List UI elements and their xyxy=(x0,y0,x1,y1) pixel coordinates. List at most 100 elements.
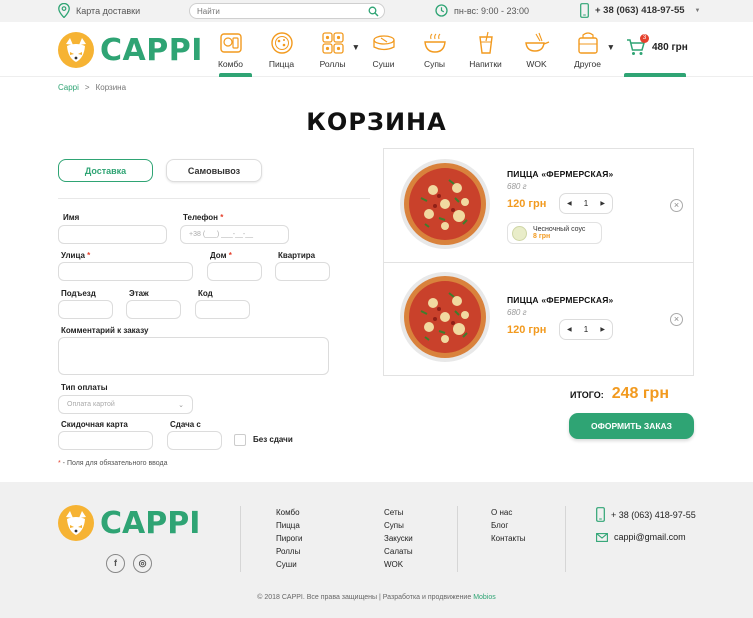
working-hours: пн-вс: 9:00 - 23:00 xyxy=(435,4,529,17)
footer-link[interactable]: Салаты xyxy=(384,547,413,556)
main-header: CAPPI Комбо Пицца Роллы ▼ Суши Супы Напи… xyxy=(0,22,753,77)
page-title: КОРЗИНА xyxy=(306,108,447,136)
footer-logo-text: CAPPI xyxy=(100,505,201,541)
item-weight: 680 г xyxy=(507,182,527,191)
logo-text: CAPPI xyxy=(100,32,203,68)
fox-logo-icon xyxy=(58,505,94,541)
footer-link[interactable]: Суши xyxy=(276,560,303,569)
payment-value: Оплата картой xyxy=(67,401,115,408)
name-field[interactable] xyxy=(58,225,167,244)
chevron-down-icon: ▼ xyxy=(694,7,701,14)
developer-link[interactable]: Mobios xyxy=(473,594,496,601)
comment-label: Комментарий к заказу xyxy=(61,326,149,335)
search-icon[interactable] xyxy=(368,6,379,17)
sauce-addon[interactable]: Чесночный соус 8 грн xyxy=(507,222,602,244)
item-weight: 680 г xyxy=(507,308,527,317)
clock-icon xyxy=(435,4,448,17)
search-box[interactable] xyxy=(189,3,385,19)
house-field[interactable] xyxy=(207,262,262,281)
phone-label: Телефон * xyxy=(183,213,224,222)
nav-item-soups[interactable]: Супы xyxy=(409,30,460,69)
footer-email-text: cappi@gmail.com xyxy=(614,532,686,542)
search-input[interactable] xyxy=(197,7,357,16)
footer-link[interactable]: Роллы xyxy=(276,547,303,556)
floor-field[interactable] xyxy=(126,300,181,319)
map-label: Карта доставки xyxy=(76,5,141,16)
footer-link[interactable]: Блог xyxy=(491,521,526,530)
footer-link[interactable]: Закуски xyxy=(384,534,413,543)
footer-logo[interactable]: CAPPI xyxy=(58,505,200,541)
quantity-value: 1 xyxy=(583,325,589,334)
nav-label: Напитки xyxy=(469,59,502,69)
item-name: ПИЦЦА «ФЕРМЕРСКАЯ» xyxy=(507,295,614,305)
quantity-stepper[interactable]: ◀ 1 ▶ xyxy=(559,319,613,340)
remove-item-button[interactable]: × xyxy=(670,313,683,326)
footer-phone-text: + 38 (063) 418-97-55 xyxy=(611,509,696,520)
total-value: 248 грн xyxy=(611,385,669,402)
nav-item-drinks[interactable]: Напитки xyxy=(460,30,511,69)
delivery-tab[interactable]: Доставка xyxy=(58,159,153,182)
footer-email[interactable]: cappi@gmail.com xyxy=(596,532,686,542)
decrease-icon[interactable]: ◀ xyxy=(567,326,572,333)
house-label: Дом * xyxy=(210,251,232,260)
nav-item-rolls[interactable]: Роллы ▼ xyxy=(307,30,360,69)
chevron-down-icon: ⌄ xyxy=(178,402,184,409)
phone-dropdown[interactable]: + 38 (063) 418-97-55 ▼ xyxy=(580,3,700,18)
footer-link[interactable]: Сеты xyxy=(384,508,413,517)
nav-label: Суши xyxy=(372,59,395,69)
decrease-icon[interactable]: ◀ xyxy=(567,200,572,207)
facebook-icon[interactable]: f xyxy=(106,554,125,573)
street-field[interactable] xyxy=(58,262,193,281)
place-order-button[interactable]: ОФОРМИТЬ ЗАКАЗ xyxy=(569,413,694,439)
nav-item-pizza[interactable]: Пицца xyxy=(256,30,307,69)
phone-field[interactable]: +38 (___) ___-__-__ xyxy=(180,225,289,244)
delivery-map-link[interactable]: Карта доставки xyxy=(58,3,140,18)
instagram-icon[interactable]: ◎ xyxy=(133,554,152,573)
nav-item-other[interactable]: Другое ▼ xyxy=(562,30,615,69)
cart-widget[interactable]: 3 480 грн xyxy=(626,34,688,57)
change-label: Сдача с xyxy=(170,420,201,429)
increase-icon[interactable]: ▶ xyxy=(600,326,605,333)
remove-item-button[interactable]: × xyxy=(670,199,683,212)
cart-active-marker xyxy=(624,73,686,77)
apartment-field[interactable] xyxy=(275,262,330,281)
pizza-image xyxy=(400,159,490,249)
increase-icon[interactable]: ▶ xyxy=(600,200,605,207)
cart-item-divider xyxy=(383,262,694,263)
footer-link[interactable]: Пицца xyxy=(276,521,303,530)
code-label: Код xyxy=(198,289,213,298)
discount-field[interactable] xyxy=(58,431,153,450)
footer-phone[interactable]: + 38 (063) 418-97-55 xyxy=(596,507,696,522)
payment-select[interactable]: Оплата картой ⌄ xyxy=(58,395,193,414)
footer-link[interactable]: О нас xyxy=(491,508,526,517)
sauce-name: Чесночный соус xyxy=(533,226,586,233)
breadcrumb-home[interactable]: Cappi xyxy=(58,83,79,92)
nav-item-sushi[interactable]: Суши xyxy=(358,30,409,69)
breadcrumb: Cappi > Корзина xyxy=(58,83,126,92)
name-label: Имя xyxy=(63,213,80,222)
change-field[interactable] xyxy=(167,431,222,450)
footer-link[interactable]: Комбо xyxy=(276,508,303,517)
footer-menu-col3: О нас Блог Контакты xyxy=(491,508,526,543)
footer: CAPPI f ◎ Комбо Пицца Пироги Роллы Суши … xyxy=(0,482,753,618)
chevron-down-icon: ▼ xyxy=(606,42,615,52)
footer-link[interactable]: Контакты xyxy=(491,534,526,543)
entrance-field[interactable] xyxy=(58,300,113,319)
footer-link[interactable]: Супы xyxy=(384,521,413,530)
quantity-stepper[interactable]: ◀ 1 ▶ xyxy=(559,193,613,214)
phone-number: + 38 (063) 418-97-55 xyxy=(595,5,685,16)
footer-link[interactable]: WOK xyxy=(384,560,413,569)
footer-link[interactable]: Пироги xyxy=(276,534,303,543)
required-note: * - Поля для обязательного ввода xyxy=(58,460,168,467)
pickup-tab[interactable]: Самовывоз xyxy=(166,159,262,182)
form-divider xyxy=(58,198,370,199)
nav-item-wok[interactable]: WOK xyxy=(511,30,562,69)
sauce-icon xyxy=(512,225,527,241)
other-icon xyxy=(577,32,598,54)
logo[interactable]: CAPPI xyxy=(58,32,203,68)
comment-field[interactable] xyxy=(58,337,329,375)
nav-item-combo[interactable]: Комбо xyxy=(205,30,256,69)
code-field[interactable] xyxy=(195,300,250,319)
discount-label: Скидочная карта xyxy=(61,420,128,429)
no-change-checkbox[interactable] xyxy=(234,434,246,446)
